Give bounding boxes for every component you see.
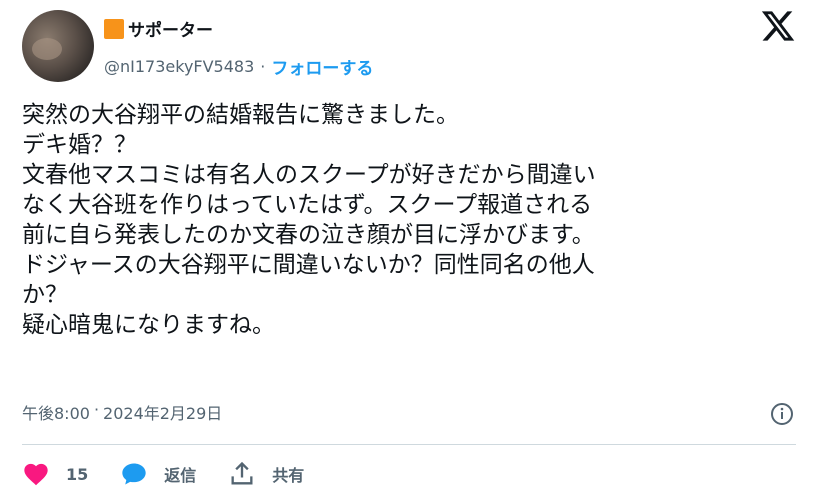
tweet-text: 突然の大谷翔平の結婚報告に驚きました。 デキ婚？？ 文春他マスコミは有名人のスク… [22, 102, 596, 338]
divider [22, 444, 796, 445]
author-handle[interactable]: @nI173ekyFV5483 [104, 57, 254, 76]
action-bar: 15 返信 共有 [22, 460, 336, 488]
author-display-name[interactable]: サポーター [128, 16, 213, 41]
like-button[interactable]: 15 [22, 460, 88, 488]
like-count: 15 [66, 464, 89, 484]
share-icon [231, 461, 253, 485]
author-name-row[interactable]: サポーター [104, 16, 213, 41]
heart-icon [24, 463, 48, 486]
speech-bubble-icon [122, 463, 146, 485]
reply-button[interactable]: 返信 [120, 460, 196, 488]
follow-button[interactable]: フォローする [271, 54, 373, 79]
author-handle-row: @nI173ekyFV5483 · フォローする [104, 54, 373, 79]
share-button[interactable]: 共有 [228, 460, 304, 488]
reply-label: 返信 [164, 466, 197, 485]
tweet-timestamp[interactable]: 午後8:00 · 2024年2月29日 [22, 400, 222, 424]
x-logo-icon[interactable] [760, 8, 796, 44]
meta-separator: · [93, 400, 100, 419]
tweet-time[interactable]: 午後8:00 [22, 400, 90, 424]
avatar[interactable] [22, 10, 94, 82]
share-label: 共有 [272, 466, 305, 485]
separator-dot: · [260, 57, 266, 76]
orange-square-emoji-icon [104, 18, 124, 39]
info-icon[interactable] [770, 402, 794, 426]
tweet-date[interactable]: 2024年2月29日 [103, 400, 222, 424]
